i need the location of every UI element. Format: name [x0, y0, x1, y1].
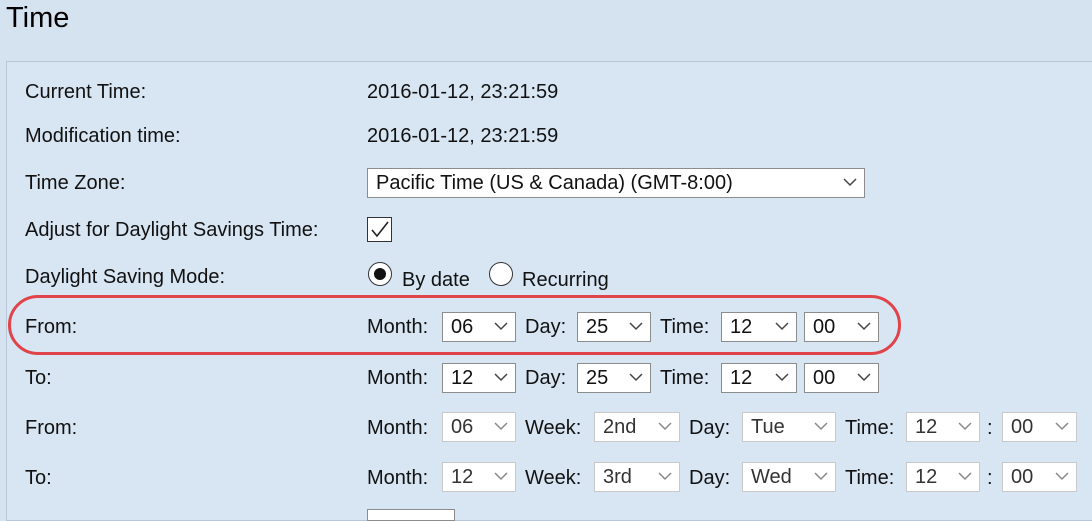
by-date-to-month-label: Month: [367, 367, 429, 389]
by-date-label[interactable]: By date [402, 269, 470, 292]
select-value: 00 [1011, 466, 1034, 488]
time-separator: : [987, 467, 993, 489]
chevron-down-icon [494, 322, 508, 331]
by-date-from-label: From: [25, 316, 78, 338]
select-value: 12 [730, 367, 753, 389]
select-value: Wed [751, 466, 792, 488]
recurring-to-hour-select[interactable]: 12 [906, 462, 980, 492]
chevron-down-icon [1055, 422, 1069, 431]
dst-adjust-checkbox[interactable] [367, 217, 392, 242]
chevron-down-icon [1055, 472, 1069, 481]
select-value: 00 [813, 316, 836, 338]
recurring-label[interactable]: Recurring [522, 269, 609, 292]
select-value: 3rd [603, 466, 632, 488]
select-value: 00 [1011, 416, 1034, 438]
select-value: 12 [451, 466, 474, 488]
select-value: 06 [451, 416, 474, 438]
chevron-down-icon [494, 422, 508, 431]
by-date-from-month-select[interactable]: 06 [442, 312, 516, 342]
recurring-to-time-label: Time: [845, 467, 895, 489]
select-value: 12 [915, 466, 938, 488]
recurring-to-month-label: Month: [367, 467, 429, 489]
chevron-down-icon [958, 422, 972, 431]
chevron-down-icon [775, 373, 789, 382]
select-value: 06 [451, 316, 474, 338]
dst-adjust-label: Adjust for Daylight Savings Time: [25, 219, 319, 241]
chevron-down-icon [658, 422, 672, 431]
chevron-down-icon [843, 178, 857, 187]
current-time-label: Current Time: [25, 81, 147, 103]
by-date-from-time-label: Time: [660, 316, 710, 338]
by-date-to-time-label: Time: [660, 367, 710, 389]
modification-time-value: 2016-01-12, 23:21:59 [367, 125, 559, 147]
recurring-to-week-select[interactable]: 3rd [594, 462, 680, 492]
radio-selected-dot [374, 268, 386, 280]
chevron-down-icon [814, 422, 828, 431]
select-value: 2nd [603, 416, 637, 438]
recurring-from-hour-select[interactable]: 12 [906, 412, 980, 442]
by-date-radio[interactable] [368, 262, 392, 286]
chevron-down-icon [775, 322, 789, 331]
recurring-to-minute-select[interactable]: 00 [1002, 462, 1077, 492]
by-date-to-day-select[interactable]: 25 [577, 363, 651, 393]
chevron-down-icon [629, 373, 643, 382]
checkmark-icon [371, 221, 389, 238]
chevron-down-icon [629, 322, 643, 331]
recurring-from-month-select[interactable]: 06 [442, 412, 516, 442]
recurring-to-label: To: [25, 467, 52, 489]
select-value: 25 [586, 316, 609, 338]
recurring-from-label: From: [25, 417, 78, 439]
by-date-from-month-label: Month: [367, 316, 429, 338]
partial-input-field[interactable] [367, 509, 455, 521]
recurring-from-time-label: Time: [845, 417, 895, 439]
chevron-down-icon [814, 472, 828, 481]
recurring-from-day-select[interactable]: Tue [742, 412, 836, 442]
recurring-to-week-label: Week: [525, 467, 582, 489]
select-value: 00 [813, 367, 836, 389]
select-value: 12 [915, 416, 938, 438]
chevron-down-icon [857, 373, 871, 382]
by-date-to-minute-select[interactable]: 00 [804, 363, 879, 393]
select-value: 25 [586, 367, 609, 389]
by-date-from-day-label: Day: [525, 316, 567, 338]
by-date-from-day-select[interactable]: 25 [577, 312, 651, 342]
recurring-to-month-select[interactable]: 12 [442, 462, 516, 492]
by-date-to-hour-select[interactable]: 12 [721, 363, 797, 393]
select-value: 12 [730, 316, 753, 338]
chevron-down-icon [494, 472, 508, 481]
select-value: Tue [751, 416, 785, 438]
recurring-from-week-select[interactable]: 2nd [594, 412, 680, 442]
time-zone-label: Time Zone: [25, 172, 126, 194]
by-date-from-hour-select[interactable]: 12 [721, 312, 797, 342]
time-zone-select[interactable]: Pacific Time (US & Canada) (GMT-8:00) [367, 168, 865, 198]
recurring-from-minute-select[interactable]: 00 [1002, 412, 1077, 442]
recurring-to-day-label: Day: [689, 467, 731, 489]
recurring-from-day-label: Day: [689, 417, 731, 439]
select-value: 12 [451, 367, 474, 389]
page-title: Time [6, 2, 70, 34]
recurring-to-day-select[interactable]: Wed [742, 462, 836, 492]
by-date-to-month-select[interactable]: 12 [442, 363, 516, 393]
chevron-down-icon [857, 322, 871, 331]
recurring-from-month-label: Month: [367, 417, 429, 439]
dst-mode-label: Daylight Saving Mode: [25, 266, 226, 288]
current-time-value: 2016-01-12, 23:21:59 [367, 81, 559, 103]
recurring-radio[interactable] [489, 262, 513, 286]
chevron-down-icon [658, 472, 672, 481]
time-zone-value: Pacific Time (US & Canada) (GMT-8:00) [376, 172, 733, 194]
chevron-down-icon [958, 472, 972, 481]
chevron-down-icon [494, 373, 508, 382]
by-date-from-minute-select[interactable]: 00 [804, 312, 879, 342]
time-separator: : [987, 417, 993, 439]
modification-time-label: Modification time: [25, 125, 181, 147]
recurring-from-week-label: Week: [525, 417, 582, 439]
by-date-to-day-label: Day: [525, 367, 567, 389]
by-date-to-label: To: [25, 367, 52, 389]
